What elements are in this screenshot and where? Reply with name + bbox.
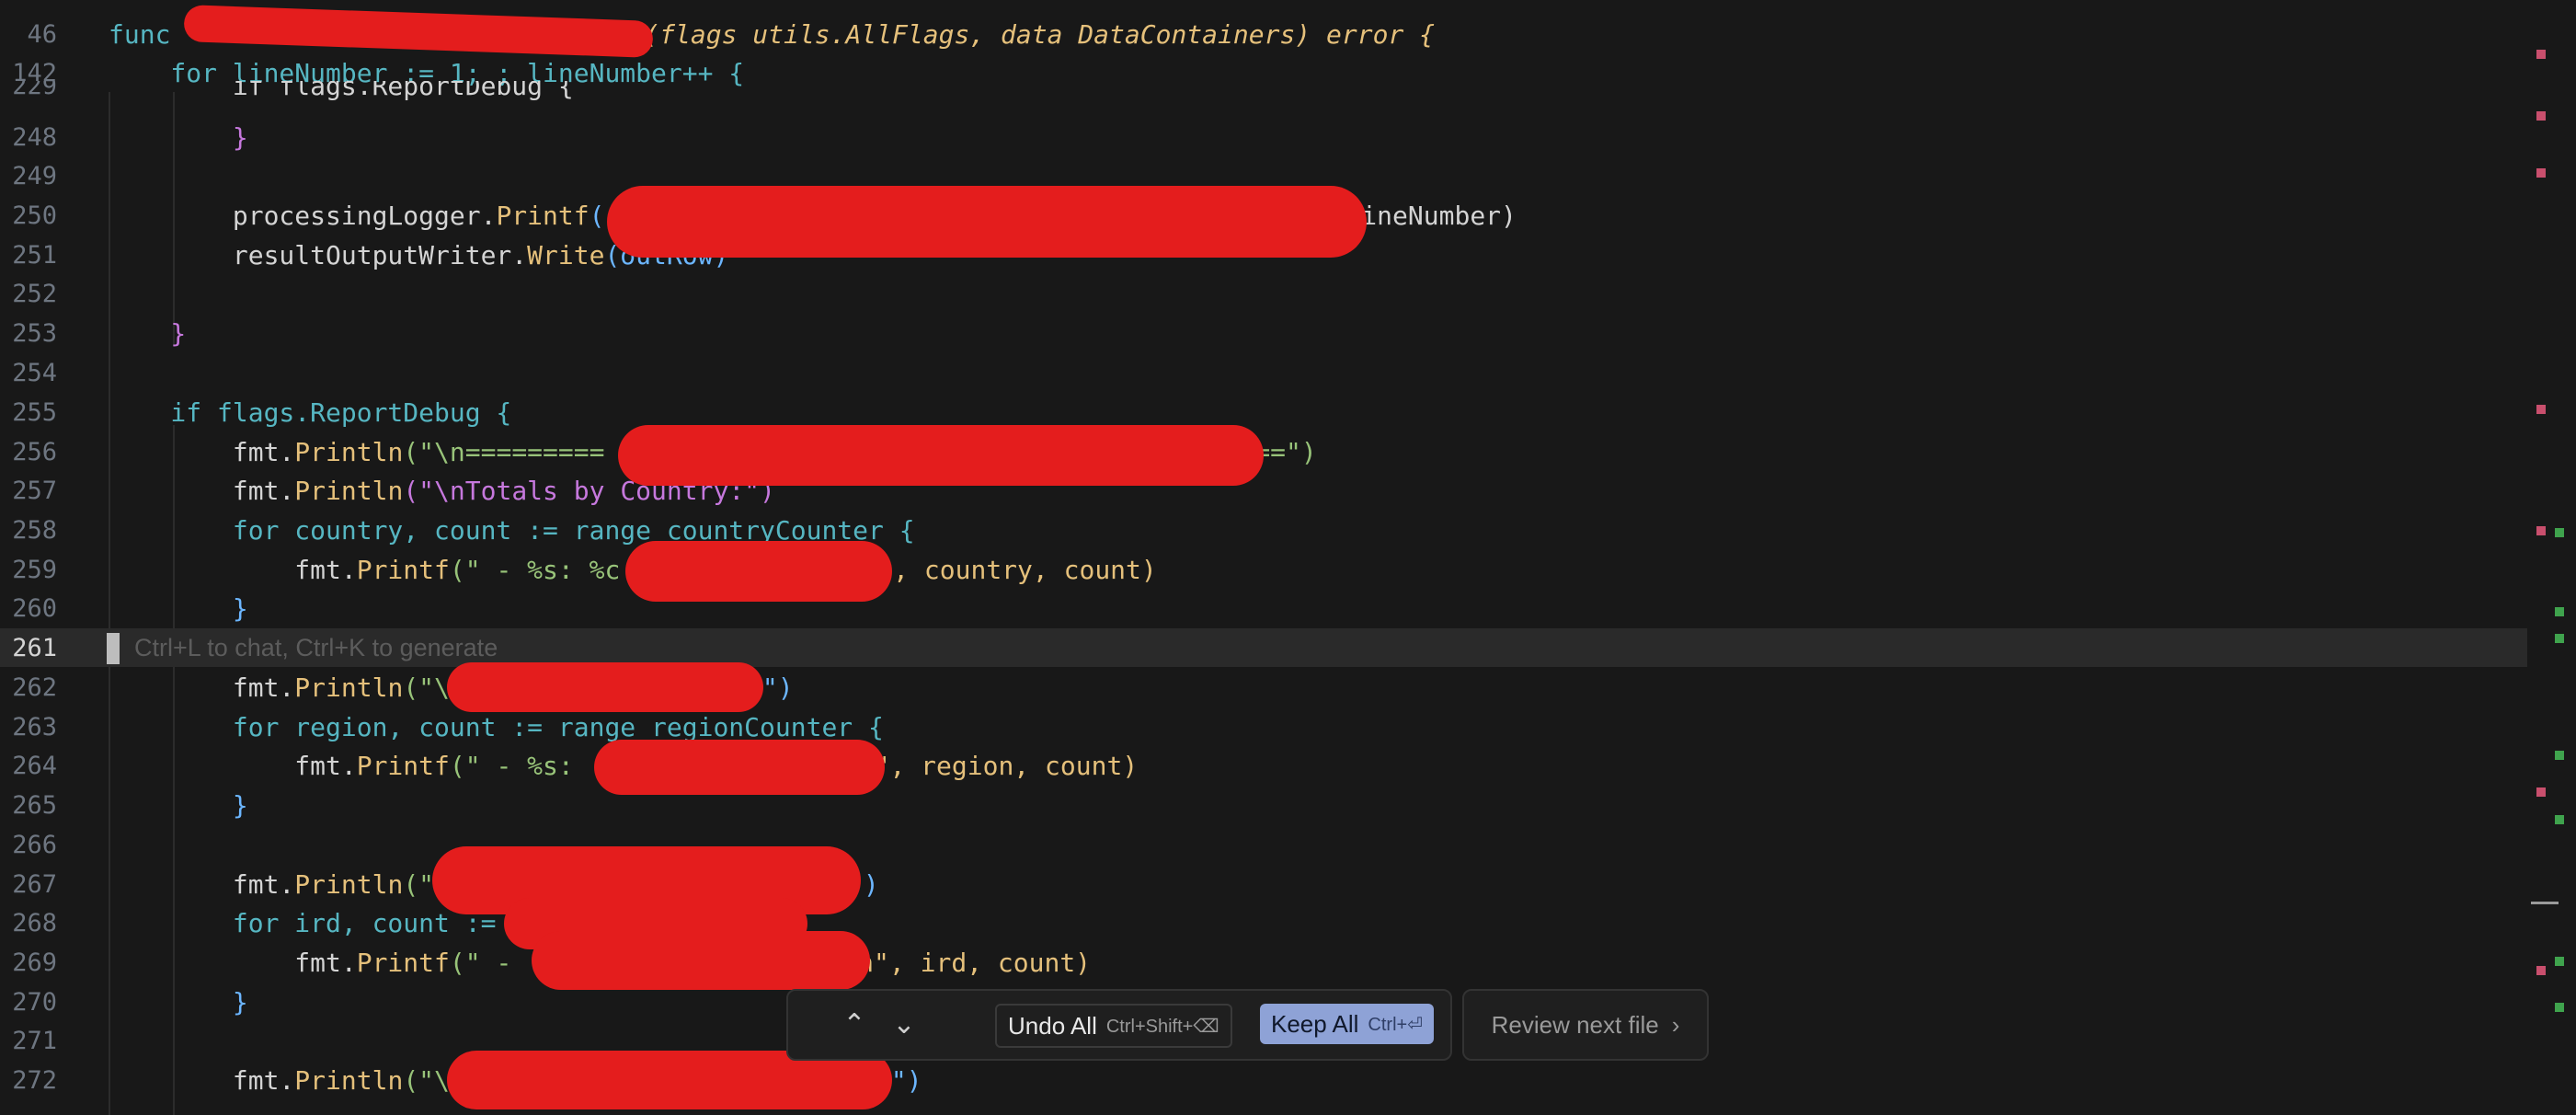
line-number: 46	[27, 19, 57, 49]
line-number: 252	[12, 279, 57, 308]
diff-marker	[2536, 787, 2546, 797]
line-number: 265	[12, 790, 57, 820]
chevron-right-icon: ›	[1671, 1010, 1680, 1039]
code-line[interactable]: 272 fmt.Println("\ ")	[0, 1061, 2527, 1099]
redaction-mark	[594, 740, 885, 795]
line-number: 229	[12, 81, 57, 100]
code-line[interactable]: 258 for country, count := range countryC…	[0, 511, 2527, 549]
diff-marker	[2555, 815, 2564, 824]
redaction-mark	[607, 186, 1367, 258]
code-line[interactable]: 267 fmt.Println(" ")	[0, 865, 2527, 903]
code-line[interactable]: 253 }	[0, 314, 2527, 352]
code-line[interactable]: 265 }	[0, 786, 2527, 824]
diff-marker	[2536, 526, 2546, 535]
line-number: 269	[12, 948, 57, 977]
chevron-down-icon: ⌄	[892, 1008, 916, 1040]
code-line[interactable]: 263 for region, count := range regionCou…	[0, 707, 2527, 746]
diff-review-toolbar: ⌃ ⌄ Undo All Ctrl+Shift+⌫ Keep All Ctrl+⏎	[786, 989, 1452, 1061]
line-number: 261	[12, 633, 57, 662]
line-number: 267	[12, 869, 57, 899]
diff-marker	[2536, 966, 2546, 975]
redaction-mark	[447, 662, 763, 712]
line-number: 256	[12, 437, 57, 466]
line-number: 250	[12, 201, 57, 230]
code-line[interactable]: 259 fmt.Printf(" - %s: %c ", country, cou…	[0, 550, 2527, 589]
line-number: 255	[12, 397, 57, 427]
code-line[interactable]: 266	[0, 825, 2527, 864]
redaction-mark	[618, 425, 1264, 486]
next-change-button[interactable]: ⌄	[878, 998, 930, 1050]
diff-marker	[2555, 751, 2564, 760]
diff-marker	[2536, 50, 2546, 59]
line-number: 260	[12, 593, 57, 623]
line-number: 249	[12, 161, 57, 190]
line-number: 271	[12, 1026, 57, 1055]
code-line[interactable]: 269 fmt.Printf(" - n", ird, count)	[0, 943, 2527, 982]
sticky-line-partial: 229 if flags.ReportDebug {	[0, 81, 2527, 105]
code-line[interactable]: 264 fmt.Printf(" - %s: ", region, count)	[0, 746, 2527, 785]
chevron-up-icon: ⌃	[842, 1008, 866, 1040]
diff-marker	[2555, 528, 2564, 537]
text-cursor	[107, 632, 120, 664]
inline-hint: Ctrl+L to chat, Ctrl+K to generate	[134, 633, 498, 661]
line-number: 272	[12, 1065, 57, 1095]
diff-marker	[2555, 634, 2564, 643]
diff-marker	[2555, 957, 2564, 966]
code-line[interactable]: 262 fmt.Println("\ ")	[0, 668, 2527, 707]
line-number: 266	[12, 830, 57, 859]
viewport-indicator	[2531, 902, 2559, 904]
undo-all-button[interactable]: Undo All Ctrl+Shift+⌫	[995, 1004, 1232, 1048]
line-number: 259	[12, 555, 57, 584]
line-number: 251	[12, 240, 57, 270]
code-line[interactable]: 248 }	[0, 118, 2527, 156]
previous-change-button[interactable]: ⌃	[829, 998, 880, 1050]
code-line[interactable]: 268 for ird, count :=	[0, 903, 2527, 942]
code-line[interactable]: 260 }	[0, 589, 2527, 627]
review-next-file-button[interactable]: Review next file ›	[1462, 989, 1709, 1061]
code-line[interactable]: 254	[0, 353, 2527, 392]
diff-marker	[2555, 1003, 2564, 1012]
line-number: 254	[12, 358, 57, 387]
current-line[interactable]: 261 Ctrl+L to chat, Ctrl+K to generate	[0, 628, 2527, 667]
redaction-mark	[532, 931, 870, 990]
line-number: 248	[12, 122, 57, 152]
line-number: 257	[12, 476, 57, 505]
code-line[interactable]: 256 fmt.Println("\n========= ===")	[0, 432, 2527, 471]
line-number: 262	[12, 672, 57, 702]
line-number: 263	[12, 712, 57, 741]
code-line[interactable]: 252	[0, 274, 2527, 313]
line-number: 270	[12, 987, 57, 1017]
scrollbar-overview-ruler[interactable]	[2527, 0, 2576, 1115]
line-number: 268	[12, 908, 57, 937]
keep-all-button[interactable]: Keep All Ctrl+⏎	[1260, 1004, 1434, 1044]
code-line[interactable]: 257 fmt.Println("\nTotals by Country:")	[0, 471, 2527, 510]
code-editor[interactable]: 248 } 249 250 processingLogger.Printf(li…	[0, 0, 2576, 1115]
diff-marker	[2536, 111, 2546, 121]
redaction-mark	[625, 541, 892, 602]
line-number: 258	[12, 515, 57, 545]
line-number: 253	[12, 318, 57, 348]
line-number: 264	[12, 751, 57, 780]
diff-marker	[2536, 168, 2546, 178]
diff-marker	[2536, 405, 2546, 414]
code-line[interactable]: 255 if flags.ReportDebug {	[0, 393, 2527, 431]
diff-marker	[2555, 607, 2564, 616]
